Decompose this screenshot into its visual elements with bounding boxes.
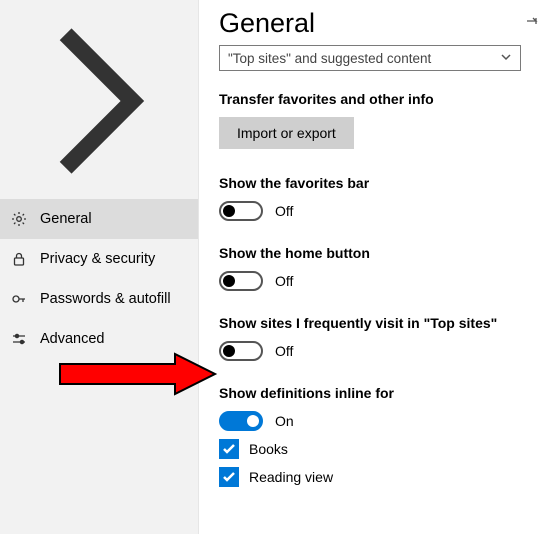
import-export-button[interactable]: Import or export — [219, 117, 354, 149]
chevron-down-icon — [500, 51, 512, 66]
transfer-heading: Transfer favorites and other info — [219, 91, 540, 107]
sidebar-item-label: Privacy & security — [40, 251, 155, 267]
favorites-bar-toggle[interactable] — [219, 201, 263, 221]
checkbox-label: Books — [249, 441, 288, 457]
sliders-icon — [10, 330, 28, 348]
sidebar-item-privacy[interactable]: Privacy & security — [0, 239, 198, 279]
definitions-state: On — [275, 413, 294, 429]
content-pane: General "Top sites" and suggested conten… — [198, 0, 558, 534]
settings-sidebar: General Privacy & security Passwords & a… — [0, 0, 198, 534]
page-title: General — [219, 8, 315, 39]
home-button-toggle[interactable] — [219, 271, 263, 291]
top-sites-toggle[interactable] — [219, 341, 263, 361]
favorites-bar-heading: Show the favorites bar — [219, 175, 540, 191]
sidebar-item-label: General — [40, 211, 92, 227]
dropdown-value: "Top sites" and suggested content — [228, 51, 431, 66]
top-sites-heading: Show sites I frequently visit in "Top si… — [219, 315, 540, 331]
reading-view-checkbox[interactable] — [219, 467, 239, 487]
checkbox-label: Reading view — [249, 469, 333, 485]
key-icon — [10, 290, 28, 308]
sidebar-item-label: Passwords & autofill — [40, 291, 171, 307]
books-checkbox[interactable] — [219, 439, 239, 459]
sidebar-item-general[interactable]: General — [0, 199, 198, 239]
back-row — [0, 8, 198, 199]
home-button-heading: Show the home button — [219, 245, 540, 261]
top-sites-state: Off — [275, 343, 293, 359]
sidebar-item-label: Advanced — [40, 331, 105, 347]
sidebar-item-passwords[interactable]: Passwords & autofill — [0, 279, 198, 319]
sidebar-item-advanced[interactable]: Advanced — [0, 319, 198, 359]
home-button-state: Off — [275, 273, 293, 289]
new-tab-dropdown[interactable]: "Top sites" and suggested content — [219, 45, 521, 71]
pin-icon[interactable] — [524, 13, 540, 34]
favorites-bar-state: Off — [275, 203, 293, 219]
definitions-toggle[interactable] — [219, 411, 263, 431]
gear-icon — [10, 210, 28, 228]
definitions-heading: Show definitions inline for — [219, 385, 540, 401]
chevron-right-icon[interactable] — [10, 177, 188, 194]
lock-icon — [10, 250, 28, 268]
